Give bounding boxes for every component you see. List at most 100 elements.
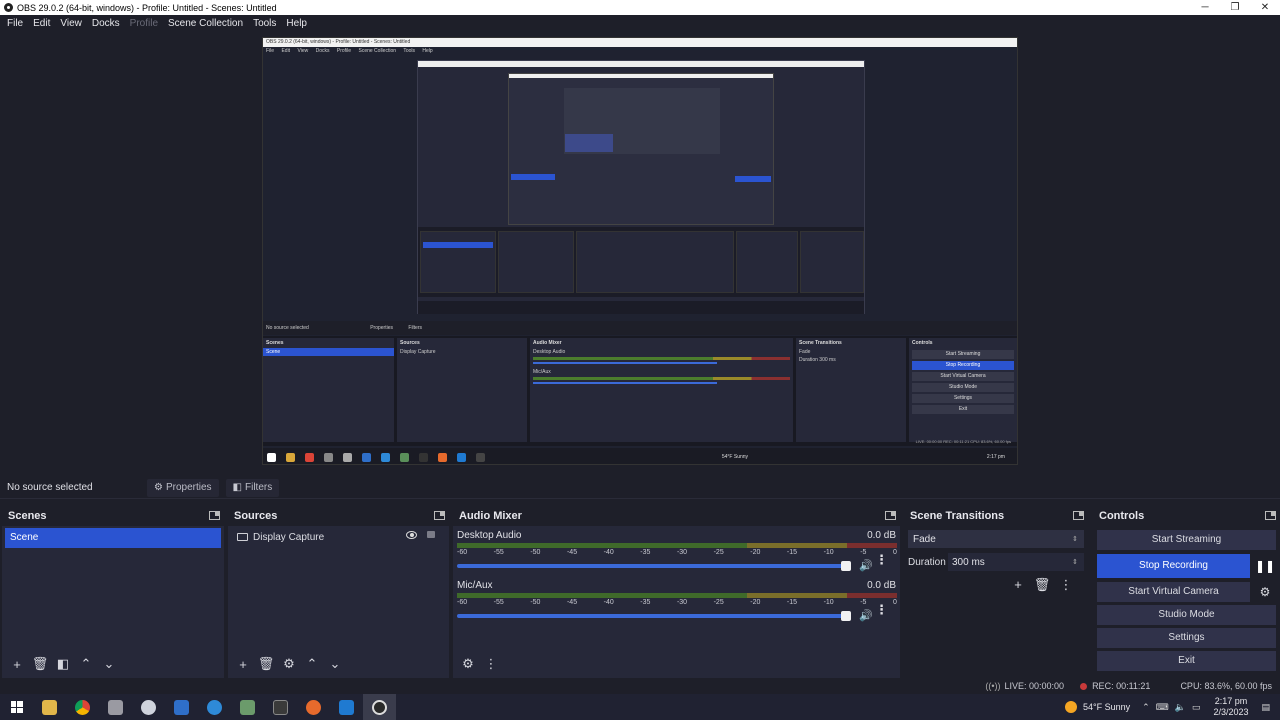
trash-icon[interactable]: 🗑 (255, 653, 277, 675)
mixer-menu-icon[interactable]: ⋮ (480, 653, 502, 675)
undock-icon[interactable] (1073, 511, 1084, 520)
start-button[interactable] (0, 694, 33, 720)
eye-icon[interactable] (406, 531, 417, 539)
volume-slider[interactable] (457, 560, 851, 571)
transition-select[interactable]: Fade ⇕ (908, 530, 1084, 548)
undock-icon[interactable] (209, 511, 220, 520)
taskbar-app[interactable] (132, 694, 165, 720)
slider-handle[interactable] (841, 560, 851, 571)
volume-icon[interactable]: 🔈 (1175, 702, 1186, 713)
preview-properties: Properties (370, 325, 393, 331)
taskbar-chrome[interactable] (66, 694, 99, 720)
gear-icon[interactable]: ⚙ (1254, 582, 1276, 602)
pause-icon[interactable]: ❚❚ (1254, 555, 1276, 577)
undock-icon[interactable] (434, 511, 445, 520)
recursive-preview-level-2 (508, 73, 774, 225)
lock-icon[interactable] (427, 531, 435, 538)
meter-tick: -35 (640, 599, 651, 606)
taskbar-terminal[interactable] (264, 694, 297, 720)
minimize-button[interactable]: ─ (1190, 2, 1220, 13)
trash-icon[interactable]: 🗑 (29, 653, 51, 675)
clock[interactable]: 2:17 pm 2/3/2023 (1213, 696, 1248, 718)
sun-icon[interactable] (1065, 701, 1078, 713)
preview-transitions-title: Scene Transitions (799, 340, 842, 346)
obs-logo-icon (4, 3, 13, 12)
studio-mode-button[interactable]: Studio Mode (1097, 605, 1276, 625)
move-down-icon[interactable]: ⌄ (98, 653, 120, 675)
preview-dock-sources: Sources Display Capture (397, 338, 527, 442)
add-source-button[interactable]: + (232, 653, 254, 675)
properties-button[interactable]: ⚙ Properties (147, 478, 219, 497)
preview-menu-docks: Docks (315, 48, 330, 54)
speaker-icon[interactable]: 🔊 (859, 609, 873, 622)
preview-mic-slider (533, 382, 718, 384)
move-up-icon[interactable]: ⌃ (75, 653, 97, 675)
undock-icon[interactable] (885, 511, 896, 520)
settings-button[interactable]: Settings (1097, 628, 1276, 648)
menu-docks[interactable]: Docks (87, 18, 125, 29)
add-transition-button[interactable]: + (1006, 577, 1030, 593)
start-virtual-camera-button[interactable]: Start Virtual Camera (1097, 582, 1250, 602)
taskbar-app[interactable] (99, 694, 132, 720)
source-list-item[interactable]: Display Capture (228, 526, 449, 548)
menu-file[interactable]: File (2, 18, 28, 29)
meter-tick: -55 (493, 599, 504, 606)
speaker-icon[interactable]: 🔊 (859, 559, 873, 572)
battery-icon[interactable]: ▭ (1192, 702, 1201, 713)
chevron-up-icon[interactable]: ⌃ (1142, 702, 1150, 713)
program-preview[interactable]: OBS 29.0.2 (64-bit, windows) - Profile: … (262, 37, 1018, 465)
advanced-audio-icon[interactable]: ⚙ (457, 653, 479, 675)
move-up-icon[interactable]: ⌃ (301, 653, 323, 675)
meter-tick: -25 (713, 549, 724, 556)
move-down-icon[interactable]: ⌄ (324, 653, 346, 675)
taskbar-app[interactable] (231, 694, 264, 720)
undock-icon[interactable] (1265, 511, 1276, 520)
menu-scene-collection[interactable]: Scene Collection (163, 18, 248, 29)
preview-duration-value: 300 ms (819, 357, 836, 363)
duration-spinbox[interactable]: 300 ms ⇕ (948, 553, 1084, 571)
filters-button[interactable]: ◧ Filters (225, 478, 280, 497)
taskbar-app[interactable] (198, 694, 231, 720)
volume-meter (457, 543, 897, 548)
trash-icon[interactable]: 🗑 (1030, 577, 1054, 593)
taskbar-vscode[interactable] (330, 694, 363, 720)
spin-arrows-icon[interactable]: ⇕ (1072, 558, 1078, 566)
preview-no-source: No source selected (266, 325, 309, 331)
menu-view[interactable]: View (55, 18, 87, 29)
menu-help[interactable]: Help (281, 18, 312, 29)
recursive-title-bar-2 (509, 74, 773, 78)
scene-filters-icon[interactable]: ◧ (52, 653, 74, 675)
taskbar-firefox[interactable] (297, 694, 330, 720)
add-scene-button[interactable]: + (6, 653, 28, 675)
slider-handle[interactable] (841, 610, 851, 621)
transition-menu-icon[interactable]: ⋮ (1054, 577, 1078, 593)
meter-tick: -40 (603, 549, 614, 556)
vscode-icon (339, 699, 354, 715)
recursive-preview (417, 60, 865, 314)
network-icon[interactable]: ⌨ (1156, 702, 1169, 713)
exit-button[interactable]: Exit (1097, 651, 1276, 671)
preview-menu-edit: Edit (281, 48, 291, 54)
taskbar-obs[interactable] (363, 694, 396, 720)
gear-icon[interactable]: ⚙ (278, 653, 300, 675)
stop-recording-button[interactable]: Stop Recording (1097, 554, 1250, 578)
meter-tick: -60 (457, 549, 468, 556)
status-bar: ((•)) LIVE: 00:00:00 REC: 00:11:21 CPU: … (0, 678, 1280, 694)
maximize-button[interactable]: ❐ (1220, 2, 1250, 13)
scene-transitions-body: Fade ⇕ Duration 300 ms ⇕ + 🗑 ⋮ (904, 526, 1088, 678)
notification-icon[interactable]: ▤ (1261, 702, 1270, 713)
menu-tools[interactable]: Tools (248, 18, 281, 29)
more-options-icon[interactable]: ⋮ (875, 602, 888, 618)
more-options-icon[interactable]: ⋮ (875, 552, 888, 568)
close-button[interactable]: ✕ (1250, 2, 1280, 13)
scene-list-item[interactable]: Scene (5, 528, 221, 548)
weather-text[interactable]: 54°F Sunny (1083, 702, 1130, 712)
taskbar-explorer[interactable] (33, 694, 66, 720)
menu-profile[interactable]: Profile (125, 18, 163, 29)
meter-tick: -5 (860, 549, 867, 556)
gear-icon: ⚙ (154, 482, 163, 493)
volume-slider[interactable] (457, 610, 851, 621)
taskbar-app[interactable] (165, 694, 198, 720)
menu-edit[interactable]: Edit (28, 18, 55, 29)
start-streaming-button[interactable]: Start Streaming (1097, 530, 1276, 550)
